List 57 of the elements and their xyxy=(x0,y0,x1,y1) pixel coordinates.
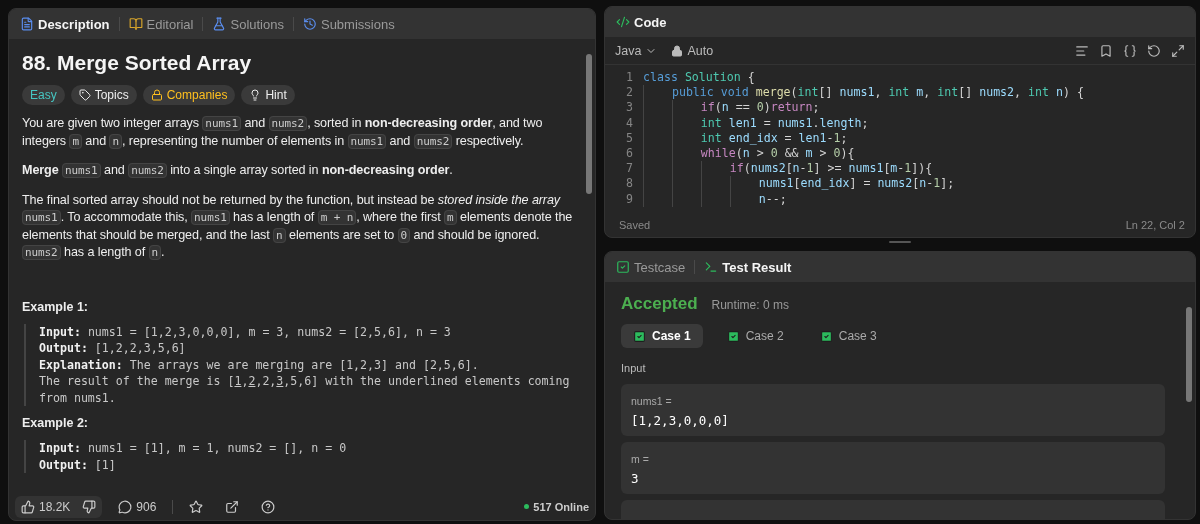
panel-tab[interactable]: Editorial xyxy=(125,16,197,32)
variable-value: 3 xyxy=(631,471,640,486)
case-tab[interactable]: Case 1 xyxy=(621,324,703,348)
line-number: 9 xyxy=(625,191,634,207)
problem-title: 88. Merge Sorted Array xyxy=(22,51,252,75)
verdict-text: Accepted xyxy=(621,294,698,314)
code-line: int end_idx = len1-1; xyxy=(643,130,848,146)
code-line: while(n > 0 && m > 0){ xyxy=(643,145,855,162)
case-tab[interactable]: Case 2 xyxy=(714,324,796,348)
online-count: 517 Online xyxy=(533,500,589,513)
code-line: int len1 = nums1.length; xyxy=(643,115,869,131)
line-number: 1 xyxy=(625,70,634,86)
code-tab[interactable]: Code xyxy=(613,14,670,30)
example-line: The result of the merge is [1,2,2,3,5,6] with the underlined elements coming from nums1. xyxy=(39,373,571,406)
line-number: 7 xyxy=(625,161,634,177)
difficulty-badge: Easy xyxy=(22,85,65,105)
panel-tab[interactable]: Description xyxy=(17,16,113,32)
example-line: Output: [1] xyxy=(39,456,117,473)
description-paragraph: The final sorted array should not be returned by the function, but instead be stored inside the array nums1 . To accommodate this, nums1 has a length of m + n , where the first m elements denote the elements that should be merged, and the last n elements are set to 0 and should be ignored. nums2 has a length of n . xyxy=(22,191,574,262)
line-number: 3 xyxy=(625,100,634,116)
comments-button[interactable]: 906 xyxy=(112,495,163,518)
runtime-text: Runtime: 0 ms xyxy=(711,298,789,312)
code-line: public void merge(int[] nums1, int m, int[] nums2, int n) { xyxy=(643,85,1084,101)
line-number: 8 xyxy=(625,176,634,192)
line-number: 6 xyxy=(625,145,634,162)
example-line: Output: [1,2,2,3,5,6] xyxy=(39,340,187,357)
case-tab[interactable]: Case 3 xyxy=(807,324,889,348)
save-status: Saved xyxy=(619,219,651,231)
tag-button[interactable]: Topics xyxy=(70,85,137,105)
line-number: 2 xyxy=(625,85,634,101)
line-number: 4 xyxy=(625,115,634,131)
input-label: Input xyxy=(621,362,646,374)
code-line: class Solution { xyxy=(643,70,755,86)
example-line: Input: nums1 = [1,2,3,0,0,0], m = 3, nums2 = [2,5,6], n = 3 xyxy=(39,323,452,340)
variable-name: m = xyxy=(631,453,649,465)
example-line: Explanation: The arrays we are merging are [1,2,3] and [2,5,6]. xyxy=(39,356,480,373)
example-title: Example 1: xyxy=(22,299,88,314)
code-line: nums1[end_idx] = nums2[n-1]; xyxy=(643,176,955,192)
line-number: 5 xyxy=(625,130,634,146)
panel-tab[interactable]: Solutions xyxy=(209,16,287,32)
description-paragraph: Merge nums1 and nums2 into a single array sorted in non-decreasing order. xyxy=(22,162,454,180)
tag-button[interactable]: Hint xyxy=(241,85,295,105)
description-paragraph: You are given two integer arrays nums1 and nums2 , sorted in non-decreasing order, and two integers m and n , representing the number of elements in nums1 and nums2 respectively. xyxy=(22,115,544,150)
example-title: Example 2: xyxy=(22,416,88,430)
example-line: Input: nums1 = [1], m = 1, nums2 = [], n = 0 xyxy=(39,440,348,457)
tag-button[interactable]: Companies xyxy=(142,85,236,105)
code-line: if(n == 0)return; xyxy=(643,100,820,116)
variable-value: [1,2,3,0,0,0] xyxy=(631,413,730,428)
panel-tab[interactable]: Test Result xyxy=(701,259,795,275)
panel-tab[interactable]: Submissions xyxy=(299,16,398,32)
variable-name: nums1 = xyxy=(631,395,672,407)
auto-mode-button[interactable]: Auto xyxy=(671,43,714,58)
cursor-position: Ln 22, Col 2 xyxy=(1125,219,1185,231)
language-dropdown[interactable]: Java xyxy=(615,43,658,58)
panel-tab[interactable]: Testcase xyxy=(613,259,689,275)
code-line: n--; xyxy=(643,191,787,207)
code-line: if(nums2[n-1] >= nums1[m-1]){ xyxy=(643,161,933,177)
